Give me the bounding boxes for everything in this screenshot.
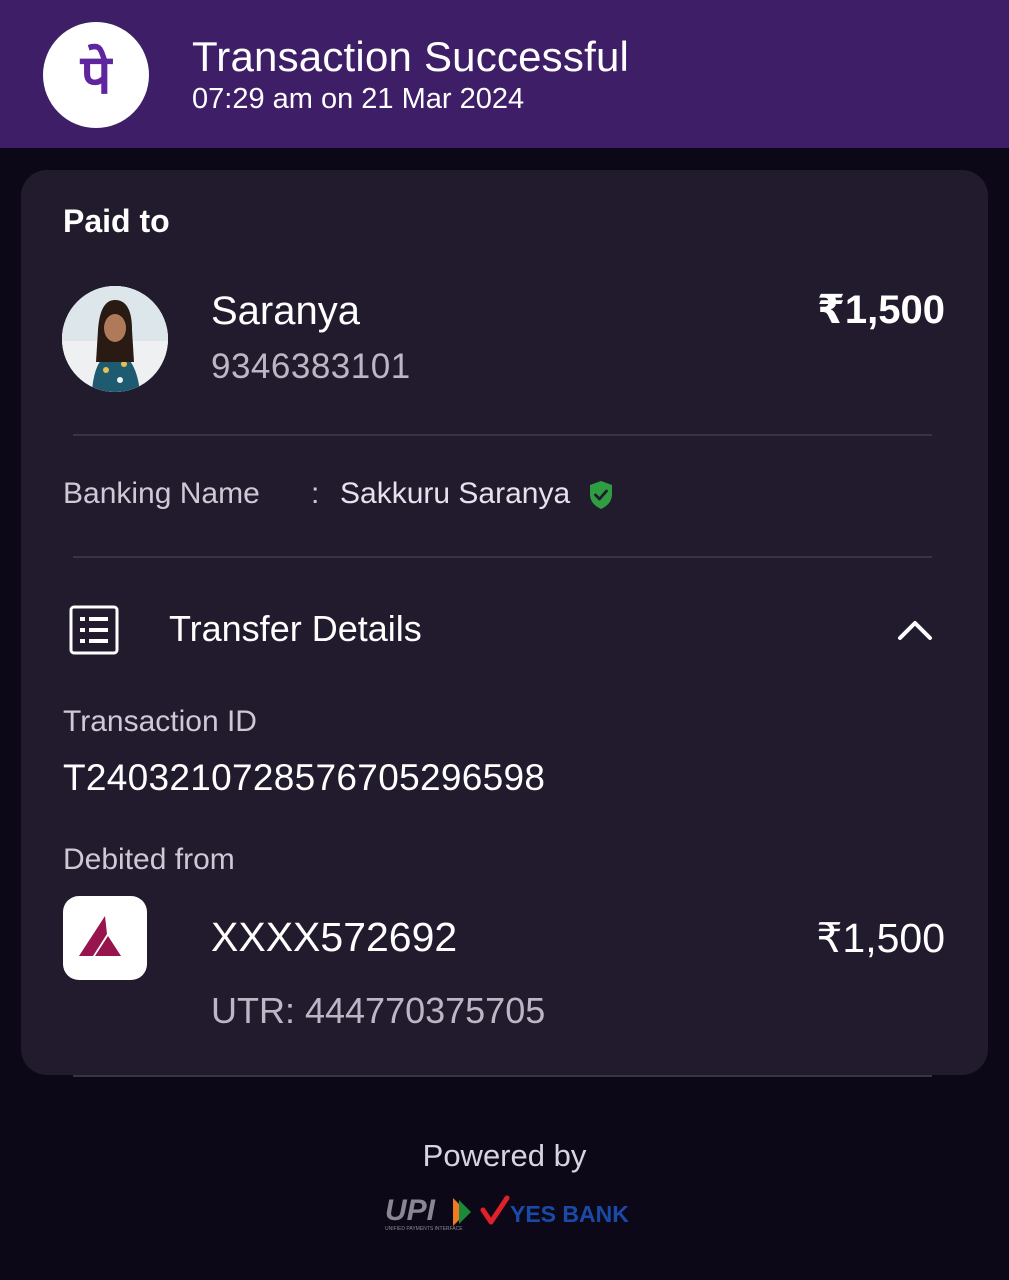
status-header: पे Transaction Successful 07:29 am on 21… [0,0,1009,148]
transfer-details-title[interactable]: Transfer Details [169,608,422,650]
payee-phone: 9346383101 [211,347,411,386]
axis-bank-icon [79,916,121,956]
transaction-id-value[interactable]: T2403210728576705296598 [63,757,545,799]
verified-shield-icon [590,481,612,509]
page-title: Transaction Successful [192,33,630,80]
partner-logos: UPI UNIFIED PAYMENTS INTERFACE YES BANK [383,1190,633,1234]
avatar[interactable] [62,286,168,392]
banking-name-value: Sakkuru Saranya [340,477,571,510]
debited-from-label: Debited from [63,843,235,876]
divider [73,434,932,436]
upi-tagline: UNIFIED PAYMENTS INTERFACE [385,1226,463,1232]
yes-bank-logo-text: YES BANK [510,1201,629,1227]
transaction-timestamp: 07:29 am on 21 Mar 2024 [192,83,525,115]
paid-amount: ₹1,500 [817,288,945,332]
powered-by-label: Powered by [422,1138,587,1173]
utr-number[interactable]: UTR: 444770375705 [211,990,545,1032]
divider [73,556,932,558]
payee-name: Saranya [211,289,360,333]
upi-yes-bank-logo: UPI UNIFIED PAYMENTS INTERFACE YES BANK [385,1194,629,1232]
transaction-id-label: Transaction ID [63,705,257,738]
banking-name-label: Banking Name [63,477,260,510]
banking-name-separator: : [311,477,320,510]
transaction-receipt-page: पे Transaction Successful 07:29 am on 21… [0,0,1009,1280]
phonepe-logo-glyph: पे [80,43,112,106]
chevron-up-icon[interactable] [896,616,934,642]
debit-account-number: XXXX572692 [211,914,458,960]
axis-bank-logo [63,896,147,980]
avatar-photo-icon [62,286,168,392]
divider [73,1075,932,1077]
phonepe-logo: पे [43,22,149,128]
debit-amount: ₹1,500 [816,915,945,961]
paid-to-label: Paid to [63,203,170,239]
document-list-icon [69,605,119,655]
upi-logo-text: UPI [385,1194,436,1227]
